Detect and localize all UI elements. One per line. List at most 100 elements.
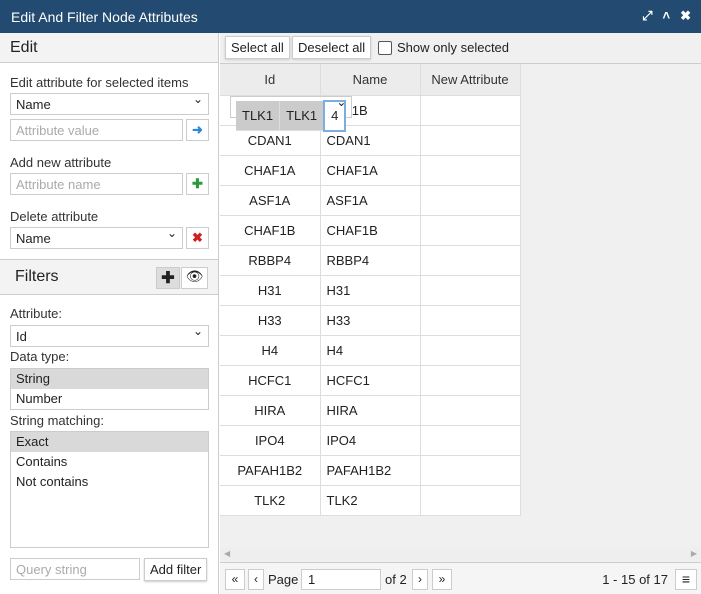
cell-name[interactable]: TLK1 (279, 100, 325, 131)
cell-id[interactable]: ASF1A (220, 185, 321, 216)
cell-new-attribute[interactable] (420, 245, 521, 276)
page-input[interactable]: 1 (301, 569, 381, 590)
add-filter-button[interactable]: Add filter (144, 558, 208, 581)
matching-option[interactable]: Contains (11, 452, 208, 472)
table-row[interactable]: CHAF1A CHAF1A (220, 155, 521, 186)
eye-icon[interactable]: 👁 (181, 267, 208, 289)
filters-title: Filters (15, 268, 59, 285)
column-header-new-attribute[interactable]: New Attribute (420, 64, 521, 96)
cell-id[interactable]: HCFC1 (220, 365, 321, 396)
datatype-list[interactable]: String Number (10, 368, 209, 410)
pager: « ‹ Page 1 of 2 › » 1 - 15 of 17 ≡ (220, 562, 701, 594)
horizontal-scrollbar[interactable]: ◀ ▶ (220, 548, 701, 560)
cell-new-attribute[interactable] (420, 335, 521, 366)
table-row[interactable]: H33 H33 (220, 305, 521, 336)
column-header-name[interactable]: Name (320, 64, 421, 96)
table-row[interactable]: H4 H4 (220, 335, 521, 366)
table-row[interactable]: PAFAH1B2 PAFAH1B2 (220, 455, 521, 486)
cell-new-attribute[interactable] (420, 185, 521, 216)
cell-new-attribute[interactable] (420, 215, 521, 246)
data-grid: Id Name New Attribute TLK1TLK14ASF1BASF1… (220, 63, 701, 548)
cell-new-attribute[interactable] (420, 395, 521, 426)
table-row[interactable]: H31 H31 (220, 275, 521, 306)
right-panel: Select all Deselect all Show only select… (220, 33, 701, 594)
edit-attribute-label: Edit attribute for selected items (10, 75, 189, 90)
cell-id[interactable]: PAFAH1B2 (220, 455, 321, 486)
page-label: Page (268, 572, 299, 587)
expand-icon[interactable]: ⤢ (642, 8, 652, 24)
filters-heading: Filters ✚ 👁 (0, 259, 218, 295)
cell-name[interactable]: ASF1A (320, 185, 421, 216)
cell-new-attribute[interactable] (420, 95, 521, 126)
cell-id[interactable]: RBBP4 (220, 245, 321, 276)
last-page-button[interactable]: » (432, 569, 452, 590)
show-only-selected-label: Show only selected (397, 40, 510, 55)
cell-name[interactable]: CHAF1A (320, 155, 421, 186)
select-all-button[interactable]: Select all (225, 36, 290, 59)
cell-name[interactable]: TLK2 (320, 485, 421, 516)
cell-new-attribute[interactable]: 4 (323, 99, 347, 132)
query-string-input[interactable]: Query string (10, 558, 140, 580)
add-attribute-button[interactable]: ✚ (186, 173, 209, 195)
cell-new-attribute[interactable] (420, 485, 521, 516)
cell-name[interactable]: HIRA (320, 395, 421, 426)
cell-id[interactable]: TLK2 (220, 485, 321, 516)
cell-new-attribute[interactable] (420, 425, 521, 456)
cell-name[interactable]: H33 (320, 305, 421, 336)
menu-icon[interactable]: ≡ (675, 569, 697, 590)
arrow-right-icon: ➜ (192, 122, 203, 137)
delete-attribute-label: Delete attribute (10, 209, 99, 224)
table-row[interactable]: TLK2 TLK2 (220, 485, 521, 516)
cell-id[interactable]: H31 (220, 275, 321, 306)
cell-name[interactable]: IPO4 (320, 425, 421, 456)
title-bar: Edit And Filter Node Attributes ⤢ ˄ ✖ (0, 0, 701, 33)
table-row[interactable]: HIRA HIRA (220, 395, 521, 426)
cell-name[interactable]: H4 (320, 335, 421, 366)
table-row[interactable]: HCFC1 HCFC1 (220, 365, 521, 396)
datatype-option[interactable]: String (11, 369, 208, 389)
cell-name[interactable]: CHAF1B (320, 215, 421, 246)
cell-id[interactable]: IPO4 (220, 425, 321, 456)
table-row[interactable]: CHAF1B CHAF1B (220, 215, 521, 246)
table-row[interactable]: RBBP4 RBBP4 (220, 245, 521, 276)
deselect-all-button[interactable]: Deselect all (292, 36, 372, 59)
collapse-icon[interactable]: ˄ (663, 8, 671, 24)
datatype-option[interactable]: Number (11, 389, 208, 409)
cell-id[interactable]: H33 (220, 305, 321, 336)
edit-attribute-select[interactable]: Name (10, 92, 209, 115)
prev-page-button[interactable]: ‹ (248, 569, 264, 590)
matching-list[interactable]: Exact Contains Not contains (10, 431, 209, 548)
cell-name[interactable]: H31 (320, 275, 421, 306)
cell-name[interactable]: PAFAH1B2 (320, 455, 421, 486)
cell-new-attribute[interactable] (420, 365, 521, 396)
cell-new-attribute[interactable] (420, 275, 521, 306)
matching-option[interactable]: Exact (11, 432, 208, 452)
delete-attribute-select[interactable]: Name (10, 226, 183, 249)
cell-id[interactable]: CHAF1A (220, 155, 321, 186)
column-header-id[interactable]: Id (220, 64, 321, 96)
cell-id[interactable]: CHAF1B (220, 215, 321, 246)
cell-new-attribute[interactable] (420, 125, 521, 156)
cell-id[interactable]: TLK1 (236, 100, 281, 131)
delete-attribute-button[interactable]: ✖ (186, 227, 209, 249)
attribute-value-input[interactable]: Attribute value (10, 119, 183, 141)
add-filter-plus-button[interactable]: ✚ (156, 267, 180, 289)
cell-name[interactable]: HCFC1 (320, 365, 421, 396)
cell-new-attribute[interactable] (420, 155, 521, 186)
first-page-button[interactable]: « (225, 569, 245, 590)
cell-new-attribute[interactable] (420, 305, 521, 336)
next-page-button[interactable]: › (412, 569, 428, 590)
attribute-name-input[interactable]: Attribute name (10, 173, 183, 195)
table-row[interactable]: TLK1 TLK1 4 (230, 95, 353, 132)
show-only-selected-checkbox[interactable] (378, 40, 392, 55)
apply-arrow-button[interactable]: ➜ (186, 119, 209, 141)
cell-name[interactable]: RBBP4 (320, 245, 421, 276)
filter-attribute-select[interactable]: Id (10, 324, 209, 347)
matching-option[interactable]: Not contains (11, 472, 208, 492)
table-row[interactable]: IPO4 IPO4 (220, 425, 521, 456)
close-icon[interactable]: ✖ (680, 8, 691, 24)
cell-id[interactable]: H4 (220, 335, 321, 366)
cell-new-attribute[interactable] (420, 455, 521, 486)
table-row[interactable]: ASF1A ASF1A (220, 185, 521, 216)
cell-id[interactable]: HIRA (220, 395, 321, 426)
